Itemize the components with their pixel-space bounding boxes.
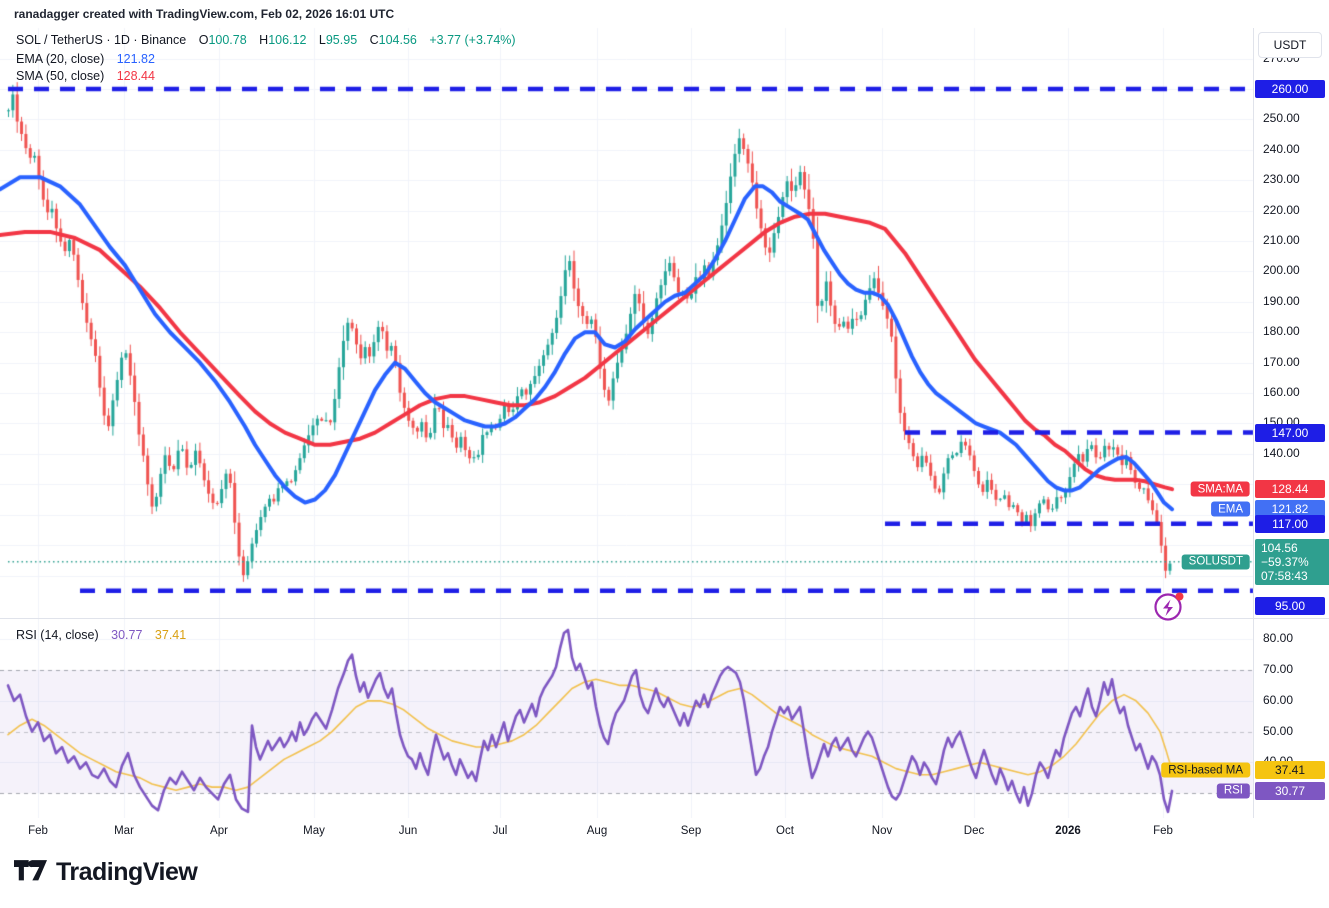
time-axis-label: Jul xyxy=(493,825,508,837)
symbol-header-row[interactable]: SOL / TetherUS · 1D · Binance O100.78 H1… xyxy=(16,33,516,47)
axis-badge: 37.41 xyxy=(1255,761,1325,779)
sma-value: 128.44 xyxy=(117,69,155,83)
price-axis-label: 250.00 xyxy=(1263,111,1300,125)
series-label-pill: SMA:MA xyxy=(1191,482,1250,497)
rsi-label: RSI (14, close) xyxy=(16,628,99,642)
flash-idea-icon[interactable] xyxy=(1152,588,1188,629)
time-scale-axis[interactable]: Feb Mar Apr May Jun Jul Aug Sep Oct Nov Dec 2026 Feb xyxy=(0,818,1329,848)
change-value: +3.77 (+3.74%) xyxy=(429,33,515,47)
rsi-value: 30.77 xyxy=(111,628,142,642)
price-axis-label: 180.00 xyxy=(1263,324,1300,338)
price-axis-label: 220.00 xyxy=(1263,203,1300,217)
rsi-axis-label: 80.00 xyxy=(1263,631,1293,645)
axis-badge: 128.44 xyxy=(1255,480,1325,498)
price-axis-label: 230.00 xyxy=(1263,172,1300,186)
tradingview-chart-window: ranadagger created with TradingView.com,… xyxy=(0,0,1329,908)
series-label-pill: RSI-based MA xyxy=(1161,763,1250,778)
ohlc-close: C104.56 xyxy=(370,33,417,47)
rsi-indicator-row[interactable]: RSI (14, close) 30.77 37.41 xyxy=(16,628,186,642)
time-axis-label: Feb xyxy=(28,825,48,837)
ema-indicator-row[interactable]: EMA (20, close) 121.82 xyxy=(16,52,155,66)
time-axis-label: Feb xyxy=(1153,825,1173,837)
series-label-pill: RSI xyxy=(1217,783,1250,798)
ema-value: 121.82 xyxy=(117,52,155,66)
sma-label: SMA (50, close) xyxy=(16,69,104,83)
price-axis-label: 170.00 xyxy=(1263,355,1300,369)
sma-indicator-row[interactable]: SMA (50, close) 128.44 xyxy=(16,69,155,83)
ohlc-high: H106.12 xyxy=(259,33,306,47)
chart-canvas[interactable] xyxy=(0,0,1329,908)
price-axis-label: 160.00 xyxy=(1263,385,1300,399)
time-axis-label: Sep xyxy=(681,825,701,837)
price-axis-label: 210.00 xyxy=(1263,233,1300,247)
symbol-price-badge: 104.56−59.37%07:58:43 xyxy=(1255,539,1329,585)
price-axis-label: 190.00 xyxy=(1263,294,1300,308)
time-axis-label: Aug xyxy=(587,825,607,837)
price-scale-axis[interactable]: 270.00250.00240.00230.00220.00210.00200.… xyxy=(1253,28,1329,848)
price-axis-label: 140.00 xyxy=(1263,446,1300,460)
time-axis-label: Jun xyxy=(399,825,418,837)
rsi-axis-label: 60.00 xyxy=(1263,693,1293,707)
rsi-axis-label: 70.00 xyxy=(1263,662,1293,676)
tradingview-logo-text: TradingView xyxy=(56,858,197,887)
series-label-pill: SOLUSDT xyxy=(1182,554,1250,569)
axis-badge: 117.00 xyxy=(1255,515,1325,533)
ohlc-open: O100.78 xyxy=(199,33,247,47)
price-axis-label: 240.00 xyxy=(1263,142,1300,156)
tradingview-logo-icon xyxy=(14,860,47,886)
series-label-pill: EMA xyxy=(1211,502,1250,517)
tradingview-logo[interactable]: TradingView xyxy=(14,858,197,887)
time-axis-label: Oct xyxy=(776,825,794,837)
time-axis-label: Dec xyxy=(964,825,984,837)
rsi-ma-value: 37.41 xyxy=(155,628,186,642)
pane-separator[interactable] xyxy=(0,618,1329,619)
currency-toggle-button[interactable]: USDT xyxy=(1258,32,1322,58)
time-axis-label: May xyxy=(303,825,325,837)
rsi-axis-label: 50.00 xyxy=(1263,724,1293,738)
axis-badge: 95.00 xyxy=(1255,597,1325,615)
time-axis-label: 2026 xyxy=(1055,825,1081,837)
attribution-text: ranadagger created with TradingView.com,… xyxy=(14,7,394,21)
ohlc-low: L95.95 xyxy=(319,33,357,47)
time-axis-label: Nov xyxy=(872,825,892,837)
axis-badge: 260.00 xyxy=(1255,80,1325,98)
axis-badge: 30.77 xyxy=(1255,782,1325,800)
time-axis-label: Apr xyxy=(210,825,228,837)
symbol-title: SOL / TetherUS · 1D · Binance xyxy=(16,33,186,47)
time-axis-label: Mar xyxy=(114,825,134,837)
price-axis-label: 200.00 xyxy=(1263,263,1300,277)
axis-badge: 147.00 xyxy=(1255,424,1325,442)
ema-label: EMA (20, close) xyxy=(16,52,104,66)
